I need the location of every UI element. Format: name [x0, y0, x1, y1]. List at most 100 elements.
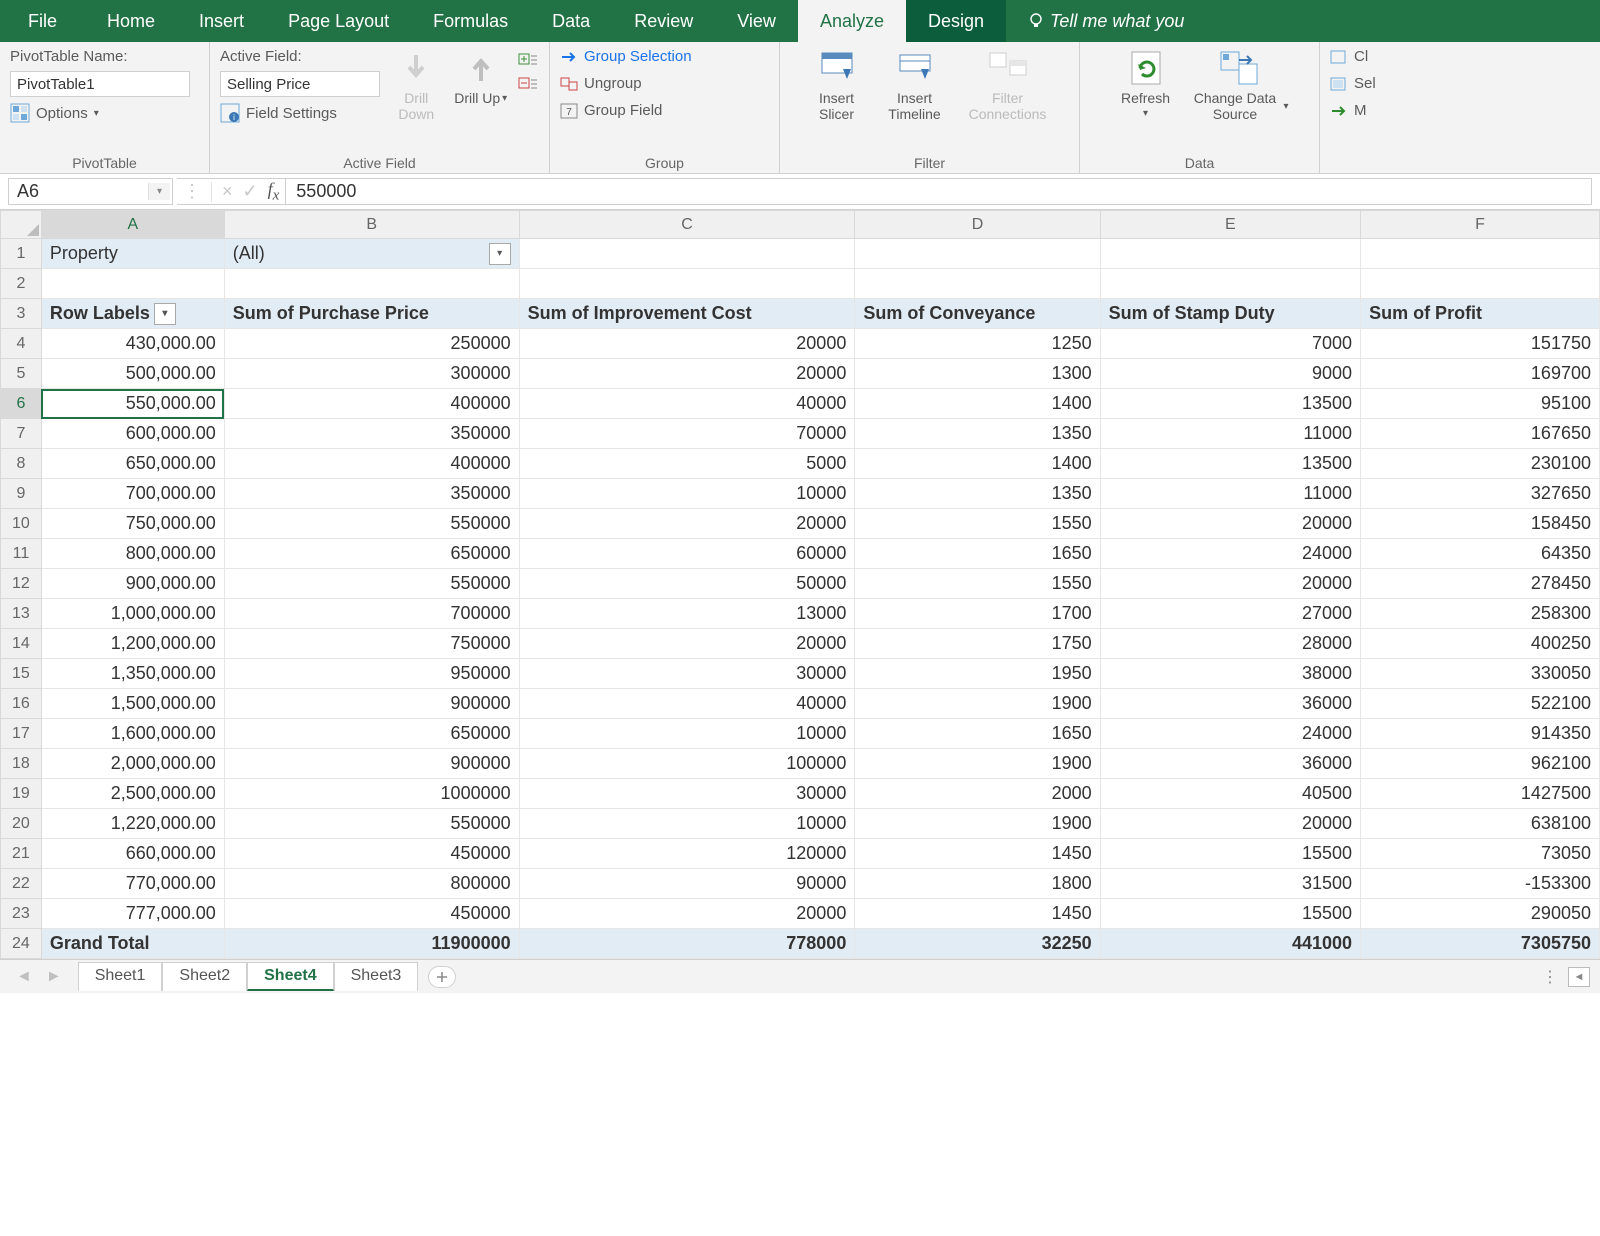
- row-head-15[interactable]: 15: [1, 659, 42, 689]
- cell[interactable]: 9000: [1100, 359, 1360, 389]
- tell-me[interactable]: Tell me what you: [1006, 0, 1206, 42]
- cancel-icon[interactable]: ×: [222, 181, 233, 202]
- move-button[interactable]: M: [1330, 102, 1376, 119]
- cell[interactable]: 250000: [224, 329, 519, 359]
- tab-page-layout[interactable]: Page Layout: [266, 0, 411, 42]
- cell[interactable]: Sum of Profit: [1361, 299, 1600, 329]
- cell[interactable]: 350000: [224, 419, 519, 449]
- cell[interactable]: 770,000.00: [41, 869, 224, 899]
- cell[interactable]: 11000: [1100, 419, 1360, 449]
- cell[interactable]: 290050: [1361, 899, 1600, 929]
- cell[interactable]: [1361, 269, 1600, 299]
- cell[interactable]: 40000: [519, 389, 855, 419]
- tab-formulas[interactable]: Formulas: [411, 0, 530, 42]
- cell[interactable]: 750000: [224, 629, 519, 659]
- drill-down-button[interactable]: Drill Down: [388, 48, 445, 122]
- cell[interactable]: 1800: [855, 869, 1100, 899]
- formula-bar[interactable]: 550000: [286, 178, 1592, 205]
- row-head-2[interactable]: 2: [1, 269, 42, 299]
- cell[interactable]: 400250: [1361, 629, 1600, 659]
- cell[interactable]: 278450: [1361, 569, 1600, 599]
- cell[interactable]: 169700: [1361, 359, 1600, 389]
- cell[interactable]: 1,200,000.00: [41, 629, 224, 659]
- sheet-tab-Sheet1[interactable]: Sheet1: [78, 962, 163, 991]
- cell[interactable]: Sum of Stamp Duty: [1100, 299, 1360, 329]
- row-head-18[interactable]: 18: [1, 749, 42, 779]
- cell[interactable]: 40500: [1100, 779, 1360, 809]
- name-box-dropdown[interactable]: ▾: [148, 183, 170, 200]
- filter-connections-button[interactable]: Filter Connections: [958, 48, 1058, 122]
- row-head-19[interactable]: 19: [1, 779, 42, 809]
- cell[interactable]: 1350: [855, 419, 1100, 449]
- cell[interactable]: 20000: [519, 629, 855, 659]
- cell[interactable]: 20000: [1100, 809, 1360, 839]
- col-head-E[interactable]: E: [1100, 211, 1360, 239]
- cell[interactable]: 20000: [519, 359, 855, 389]
- cell[interactable]: 450000: [224, 899, 519, 929]
- col-head-F[interactable]: F: [1361, 211, 1600, 239]
- cell[interactable]: 36000: [1100, 689, 1360, 719]
- col-head-A[interactable]: A: [41, 211, 224, 239]
- cell[interactable]: [224, 269, 519, 299]
- cell[interactable]: 777,000.00: [41, 899, 224, 929]
- cell[interactable]: Sum of Improvement Cost: [519, 299, 855, 329]
- cell[interactable]: 20000: [1100, 509, 1360, 539]
- cell[interactable]: 1427500: [1361, 779, 1600, 809]
- field-settings-button[interactable]: i Field Settings: [220, 103, 380, 123]
- cell[interactable]: 50000: [519, 569, 855, 599]
- cell[interactable]: 7000: [1100, 329, 1360, 359]
- cell[interactable]: Row Labels▾: [41, 299, 224, 329]
- cell[interactable]: 73050: [1361, 839, 1600, 869]
- cell[interactable]: 1900: [855, 809, 1100, 839]
- select-all-corner[interactable]: [1, 211, 42, 239]
- cell[interactable]: 550000: [224, 509, 519, 539]
- cell[interactable]: 100000: [519, 749, 855, 779]
- row-head-22[interactable]: 22: [1, 869, 42, 899]
- col-head-C[interactable]: C: [519, 211, 855, 239]
- group-selection-button[interactable]: Group Selection: [560, 48, 692, 65]
- scroll-left-button[interactable]: ◄: [1568, 967, 1590, 987]
- cell[interactable]: 638100: [1361, 809, 1600, 839]
- cell[interactable]: 778000: [519, 929, 855, 959]
- cell[interactable]: 900000: [224, 689, 519, 719]
- cell[interactable]: 900000: [224, 749, 519, 779]
- name-box[interactable]: A6 ▾: [8, 178, 173, 205]
- cell[interactable]: 1950: [855, 659, 1100, 689]
- row-head-17[interactable]: 17: [1, 719, 42, 749]
- cell[interactable]: 95100: [1361, 389, 1600, 419]
- sheet-nav-next[interactable]: ►: [46, 968, 62, 986]
- cell[interactable]: 40000: [519, 689, 855, 719]
- row-head-8[interactable]: 8: [1, 449, 42, 479]
- cell[interactable]: 330050: [1361, 659, 1600, 689]
- row-head-6[interactable]: 6: [1, 389, 42, 419]
- cell[interactable]: 1900: [855, 749, 1100, 779]
- cell[interactable]: 1450: [855, 839, 1100, 869]
- sheet-tab-Sheet4[interactable]: Sheet4: [247, 962, 333, 991]
- cell[interactable]: 32250: [855, 929, 1100, 959]
- cell[interactable]: 31500: [1100, 869, 1360, 899]
- cell[interactable]: [519, 239, 855, 269]
- tab-review[interactable]: Review: [612, 0, 715, 42]
- cell[interactable]: 30000: [519, 659, 855, 689]
- spreadsheet-grid[interactable]: ABCDEF1Property(All)▾23Row Labels▾Sum of…: [0, 210, 1600, 959]
- cell[interactable]: 1400: [855, 389, 1100, 419]
- cell[interactable]: 660,000.00: [41, 839, 224, 869]
- cell[interactable]: 950000: [224, 659, 519, 689]
- active-field-input[interactable]: Selling Price: [220, 71, 380, 97]
- select-button[interactable]: Sel: [1330, 75, 1376, 92]
- cell[interactable]: [1100, 269, 1360, 299]
- cell[interactable]: [1100, 239, 1360, 269]
- expand-field-button[interactable]: [517, 52, 539, 66]
- cell[interactable]: 11000: [1100, 479, 1360, 509]
- cell[interactable]: 230100: [1361, 449, 1600, 479]
- row-head-9[interactable]: 9: [1, 479, 42, 509]
- cell[interactable]: 13500: [1100, 389, 1360, 419]
- tab-view[interactable]: View: [715, 0, 798, 42]
- cell[interactable]: 550,000.00: [41, 389, 224, 419]
- cell[interactable]: 400000: [224, 449, 519, 479]
- cell[interactable]: 962100: [1361, 749, 1600, 779]
- cell[interactable]: 13500: [1100, 449, 1360, 479]
- col-head-B[interactable]: B: [224, 211, 519, 239]
- cell[interactable]: 10000: [519, 719, 855, 749]
- row-head-12[interactable]: 12: [1, 569, 42, 599]
